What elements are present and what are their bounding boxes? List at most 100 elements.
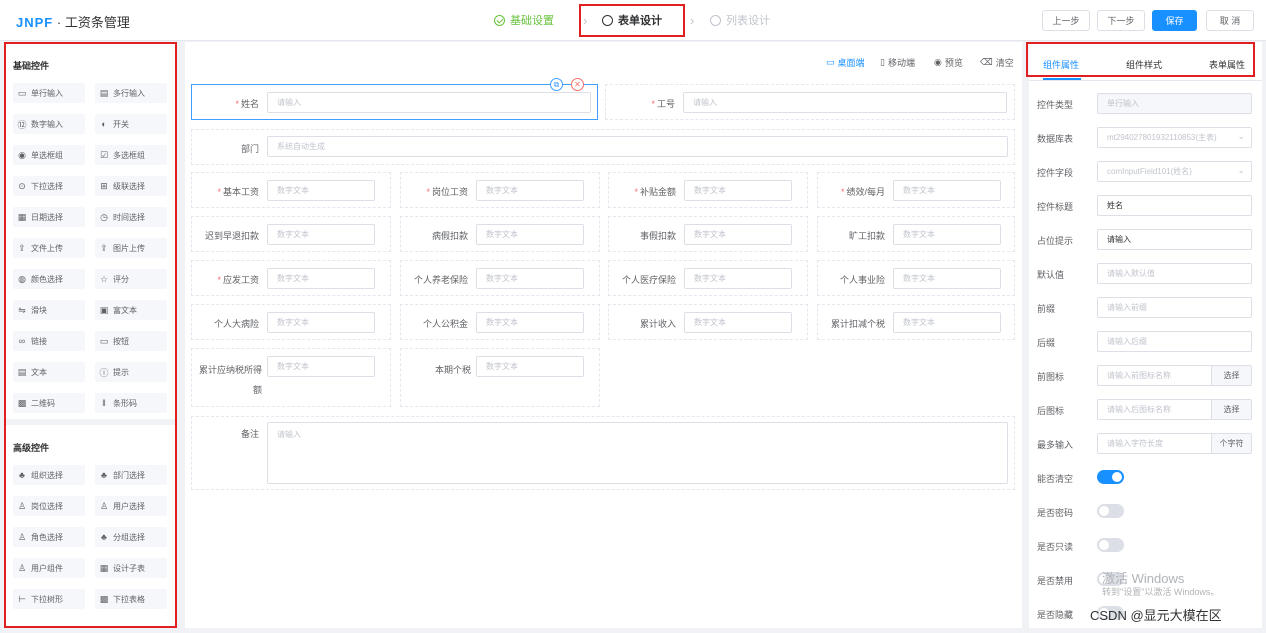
number-input[interactable]: 数字文本 <box>267 224 375 245</box>
palette-item[interactable]: ♣ 分组选择 <box>95 527 167 547</box>
form-item-number[interactable]: * 基本工资 数字文本 <box>191 172 391 208</box>
tab-component-style[interactable]: 组件样式 <box>1126 58 1162 71</box>
number-input[interactable]: 数字文本 <box>893 224 1001 245</box>
desktop-view-button[interactable]: ▭ 桌面端 <box>826 56 865 69</box>
number-input[interactable]: 数字文本 <box>267 180 375 201</box>
palette-item[interactable]: ▩ 二维码 <box>13 393 85 413</box>
copy-icon[interactable]: ⧉ <box>550 78 563 91</box>
delete-icon[interactable]: ✕ <box>571 78 584 91</box>
append-button[interactable]: 选择 <box>1211 400 1251 419</box>
palette-item[interactable]: ▩ 下拉表格 <box>95 589 167 609</box>
property-input[interactable]: 请输入后缀 <box>1097 331 1252 352</box>
palette-item[interactable]: ▤ 文本 <box>13 362 85 382</box>
tab-form-properties[interactable]: 表单属性 <box>1209 58 1245 71</box>
form-item-dept[interactable]: 部门 系统自动生成 <box>191 129 1015 165</box>
form-item-number[interactable]: 累计扣减个税 数字文本 <box>817 304 1015 340</box>
palette-item[interactable]: ⓘ 提示 <box>95 362 167 382</box>
step-list-design[interactable]: 列表设计 <box>710 12 770 28</box>
property-select[interactable]: comInputField101(姓名) ⌄ <box>1097 161 1252 182</box>
property-input[interactable]: 请输入后图标名称 选择 <box>1097 399 1252 420</box>
property-input[interactable]: 姓名 <box>1097 195 1252 216</box>
palette-item[interactable]: ⑫ 数字输入 <box>13 114 85 134</box>
number-input[interactable]: 数字文本 <box>476 268 584 289</box>
next-step-button[interactable]: 下一步 <box>1097 10 1145 31</box>
palette-item[interactable]: ☑ 多选框组 <box>95 145 167 165</box>
palette-item[interactable]: ▣ 富文本 <box>95 300 167 320</box>
property-input[interactable]: 请输入 <box>1097 229 1252 250</box>
property-input[interactable]: 请输入前图标名称 选择 <box>1097 365 1252 386</box>
palette-item[interactable]: ⇪ 图片上传 <box>95 238 167 258</box>
property-select[interactable]: mt294027801932110853(主表) ⌄ <box>1097 127 1252 148</box>
number-input[interactable]: 数字文本 <box>476 224 584 245</box>
form-item-number[interactable]: 迟到早退扣款 数字文本 <box>191 216 391 252</box>
palette-item[interactable]: ◍ 颜色选择 <box>13 269 85 289</box>
number-input[interactable]: 数字文本 <box>893 312 1001 333</box>
form-item-job-no[interactable]: * 工号 请输入 <box>605 84 1015 120</box>
palette-item[interactable]: ⊢ 下拉树形 <box>13 589 85 609</box>
palette-item[interactable]: ‖ 条形码 <box>95 393 167 413</box>
number-input[interactable]: 数字文本 <box>893 180 1001 201</box>
cancel-button[interactable]: 取 消 <box>1206 10 1254 31</box>
palette-item[interactable]: ◷ 时间选择 <box>95 207 167 227</box>
append-button[interactable]: 个字符 <box>1211 434 1251 453</box>
number-input[interactable]: 数字文本 <box>476 180 584 201</box>
palette-item[interactable]: ▦ 日期选择 <box>13 207 85 227</box>
palette-item[interactable]: ♙ 岗位选择 <box>13 496 85 516</box>
job-no-input[interactable]: 请输入 <box>683 92 1007 113</box>
number-input[interactable]: 数字文本 <box>684 268 792 289</box>
remark-textarea[interactable]: 请输入 <box>267 422 1008 484</box>
form-item-number[interactable]: 个人医疗保险 数字文本 <box>608 260 808 296</box>
form-item-number[interactable]: 事假扣款 数字文本 <box>608 216 808 252</box>
palette-item[interactable]: ⇋ 滑块 <box>13 300 85 320</box>
palette-item[interactable]: ⊙ 下拉选择 <box>13 176 85 196</box>
form-item-number[interactable]: 个人养老保险 数字文本 <box>400 260 600 296</box>
palette-item[interactable]: ♣ 部门选择 <box>95 465 167 485</box>
save-button[interactable]: 保存 <box>1152 10 1197 31</box>
property-input[interactable]: 请输入字符长度 个字符 <box>1097 433 1252 454</box>
palette-item[interactable]: ☆ 评分 <box>95 269 167 289</box>
append-button[interactable]: 选择 <box>1211 366 1251 385</box>
number-input[interactable]: 数字文本 <box>267 312 375 333</box>
palette-item[interactable]: ◉ 单选框组 <box>13 145 85 165</box>
palette-item[interactable]: ♙ 用户组件 <box>13 558 85 578</box>
number-input[interactable]: 数字文本 <box>684 224 792 245</box>
name-input[interactable]: 请输入 <box>267 92 591 113</box>
dept-input[interactable]: 系统自动生成 <box>267 136 1008 157</box>
palette-item[interactable]: ♣ 组织选择 <box>13 465 85 485</box>
preview-button[interactable]: ◉ 预览 <box>934 56 963 69</box>
number-input[interactable]: 数字文本 <box>476 312 584 333</box>
number-input[interactable]: 数字文本 <box>267 356 375 377</box>
form-item-name[interactable]: * 姓名 请输入 <box>191 84 598 120</box>
property-input[interactable]: 请输入默认值 <box>1097 263 1252 284</box>
form-item-number[interactable]: 个人事业险 数字文本 <box>817 260 1015 296</box>
form-item-number[interactable]: 病假扣款 数字文本 <box>400 216 600 252</box>
step-basic-settings[interactable]: 基础设置 <box>494 12 554 28</box>
palette-item[interactable]: ◐ 开关 <box>95 114 167 134</box>
form-item-remark[interactable]: 备注 请输入 <box>191 416 1015 490</box>
form-item-number[interactable]: 本期个税 数字文本 <box>400 348 600 407</box>
property-input[interactable]: 请输入前缀 <box>1097 297 1252 318</box>
palette-item[interactable]: ♙ 用户选择 <box>95 496 167 516</box>
number-input[interactable]: 数字文本 <box>267 268 375 289</box>
form-item-number[interactable]: 累计应纳税所得额 数字文本 <box>191 348 391 407</box>
form-item-number[interactable]: 累计收入 数字文本 <box>608 304 808 340</box>
palette-item[interactable]: ∞ 链接 <box>13 331 85 351</box>
step-form-design[interactable]: 表单设计 <box>602 12 662 28</box>
palette-item[interactable]: ▤ 多行输入 <box>95 83 167 103</box>
form-item-number[interactable]: 个人公积金 数字文本 <box>400 304 600 340</box>
form-item-number[interactable]: * 岗位工资 数字文本 <box>400 172 600 208</box>
form-item-number[interactable]: * 绩效/每月 数字文本 <box>817 172 1015 208</box>
form-item-number[interactable]: * 应发工资 数字文本 <box>191 260 391 296</box>
number-input[interactable]: 数字文本 <box>476 356 584 377</box>
property-input[interactable]: 单行输入 <box>1097 93 1252 114</box>
mobile-view-button[interactable]: ▯ 移动端 <box>880 56 915 69</box>
form-item-number[interactable]: 个人大病险 数字文本 <box>191 304 391 340</box>
palette-item[interactable]: ▭ 按钮 <box>95 331 167 351</box>
number-input[interactable]: 数字文本 <box>893 268 1001 289</box>
number-input[interactable]: 数字文本 <box>684 180 792 201</box>
tab-component-properties[interactable]: 组件属性 <box>1043 58 1079 71</box>
palette-item[interactable]: ⇪ 文件上传 <box>13 238 85 258</box>
toggle-switch[interactable] <box>1097 470 1124 484</box>
form-canvas[interactable]: ▭ 桌面端 ▯ 移动端 ◉ 预览 ⌫ 清空 * 姓名 请输入 ⧉ ✕ * 工号 请输入 部门… <box>185 42 1022 628</box>
number-input[interactable]: 数字文本 <box>684 312 792 333</box>
